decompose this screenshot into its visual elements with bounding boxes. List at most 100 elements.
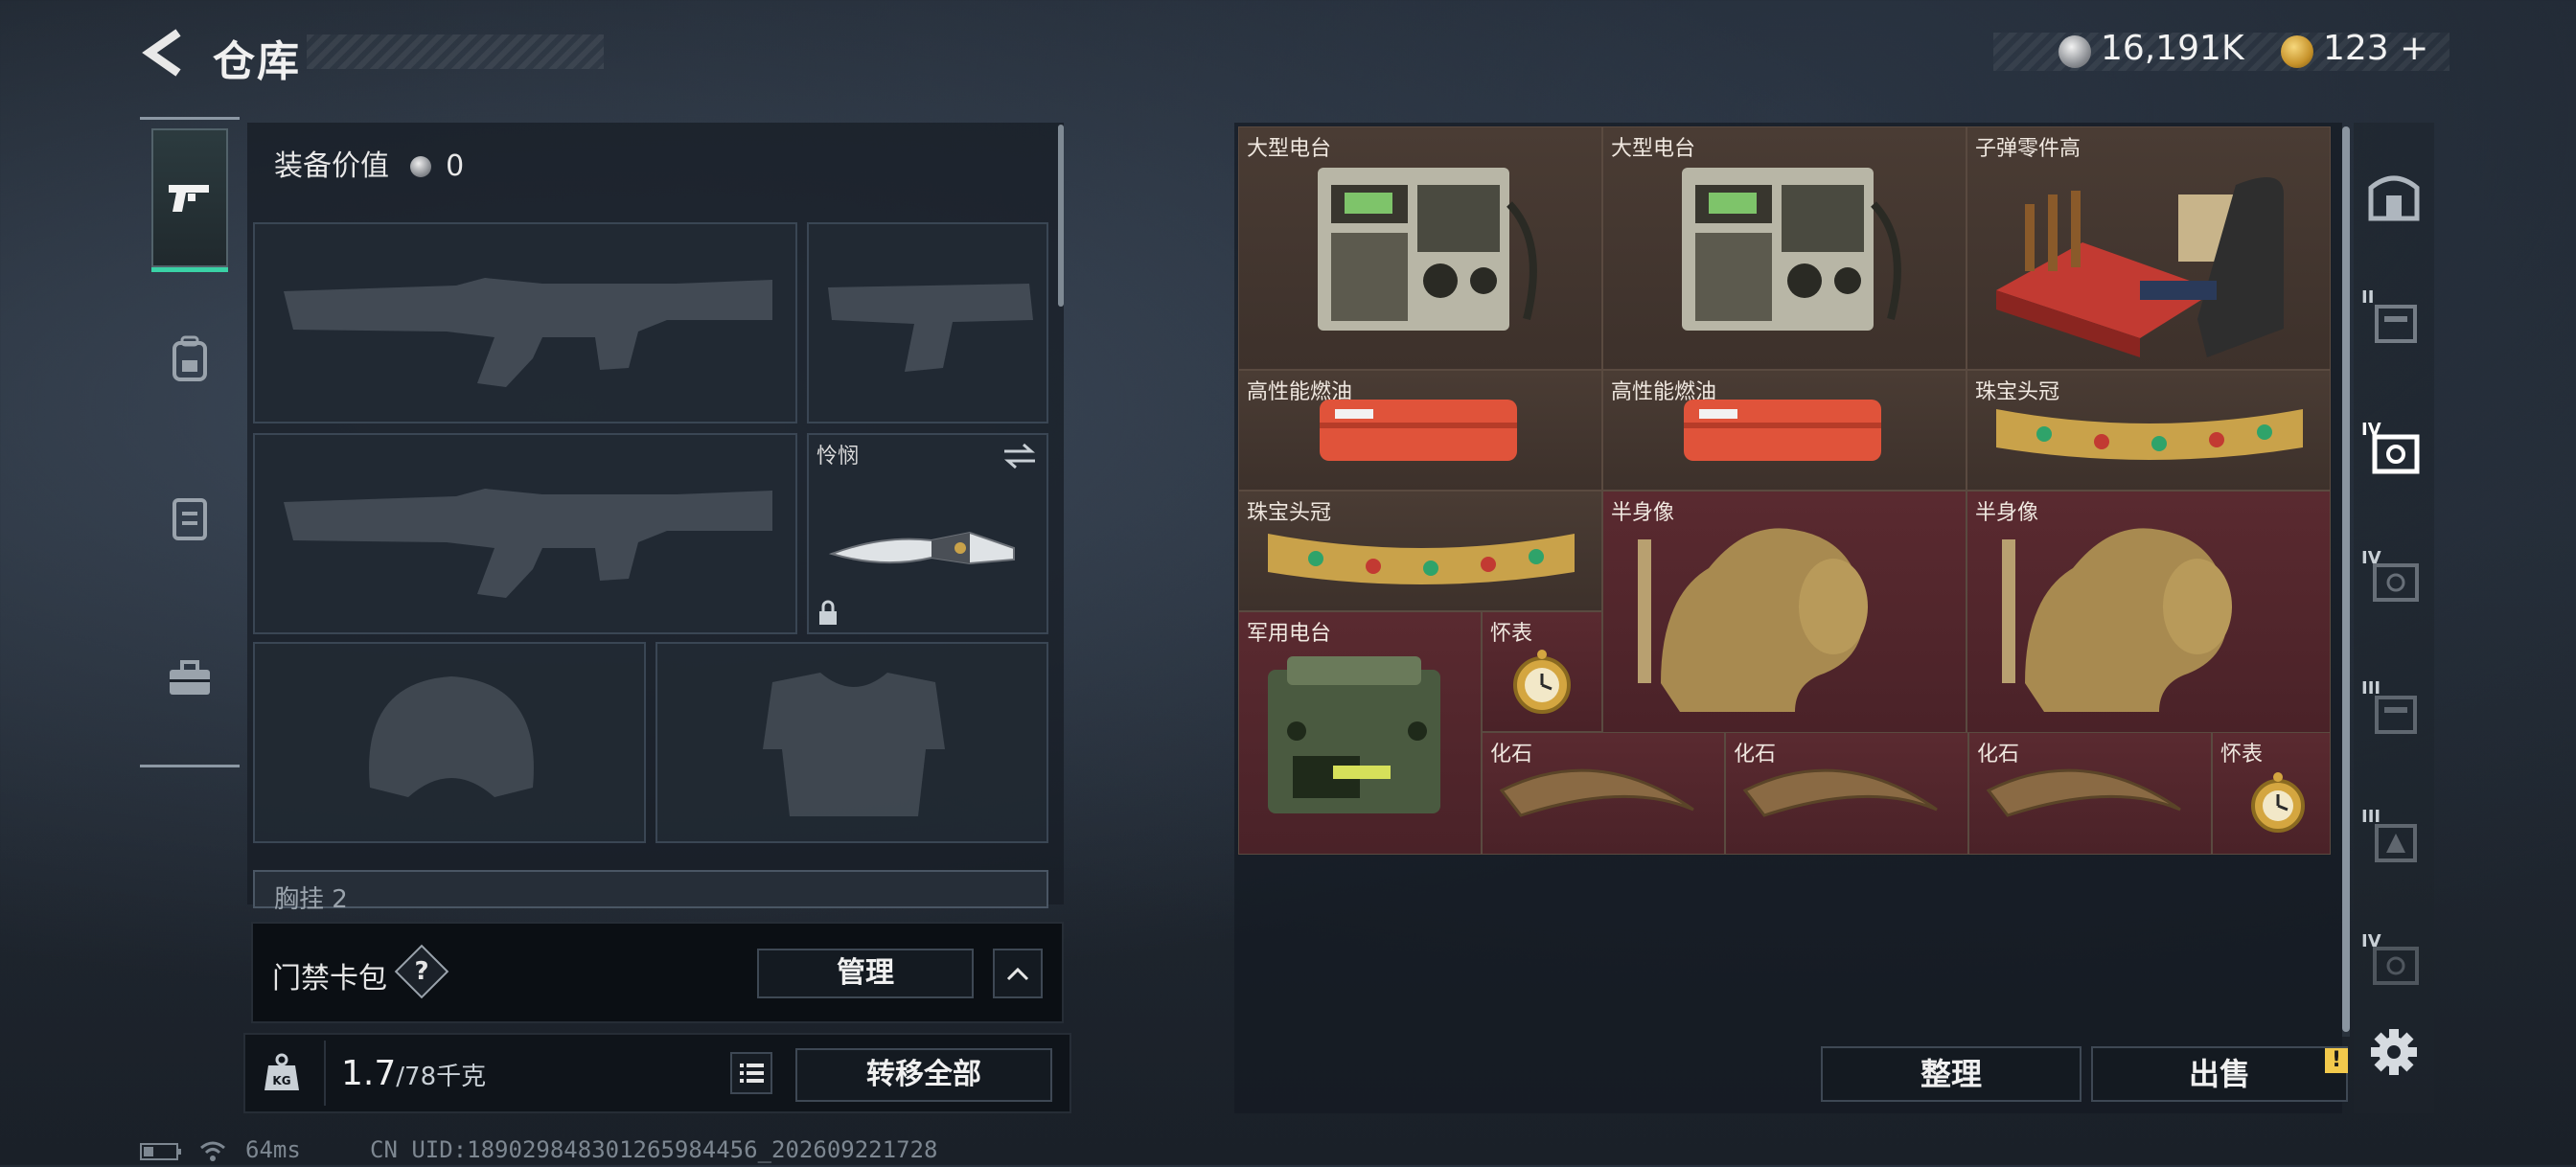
handgun-silhouette-icon [828, 284, 1033, 372]
vest-icon [172, 498, 207, 540]
pistol-icon [169, 184, 209, 212]
battery-icon [140, 1142, 182, 1161]
page-title: 仓库 [213, 37, 301, 86]
safe-box-icon [2373, 563, 2419, 602]
collapse-button[interactable] [993, 949, 1043, 998]
silver-coin-small-icon [409, 156, 431, 177]
toolbox-icon [170, 660, 210, 695]
warehouse-item[interactable]: 子弹零件高 [1966, 126, 2331, 370]
title-stripe [307, 34, 604, 69]
helmet-slot[interactable] [253, 642, 646, 843]
carry-weight-capacity: /78千克 [396, 1063, 487, 1091]
large-radio-icon [1318, 168, 1537, 331]
chest-rig-label: 胸挂 2 [274, 885, 348, 914]
swap-icon[interactable] [1002, 443, 1037, 469]
safe-box-icon [2373, 947, 2419, 985]
ammo-parts-case-icon [1996, 177, 2284, 357]
gear-icon [2371, 1029, 2417, 1075]
warning-badge: ! [2325, 1048, 2348, 1073]
warehouse-item[interactable]: 半身像 [1966, 491, 2331, 734]
organize-button[interactable]: 整理 [1821, 1046, 2082, 1102]
jeweled-crown-icon [1996, 409, 2303, 460]
rail-tier-button-active[interactable]: IV [2361, 420, 2426, 485]
warehouse-item[interactable]: 半身像 [1602, 491, 1966, 734]
fuel-case-icon [1684, 400, 1881, 461]
storage-box-icon [2375, 824, 2417, 862]
safehouse-icon [2368, 175, 2420, 221]
warehouse-item[interactable]: 大型电台 [1238, 126, 1602, 370]
fossil-claw-icon [1499, 768, 1694, 817]
backpack-icon [172, 335, 207, 381]
rail-safehouse-button[interactable] [2361, 163, 2426, 228]
warehouse-item[interactable]: 大型电台 [1602, 126, 1966, 370]
pocket-watch-icon [2251, 772, 2305, 833]
melee-item-label: 怜悯 [816, 445, 860, 469]
fuel-case-icon [1320, 400, 1517, 461]
keycard-bag-label: 门禁卡包 [272, 962, 387, 995]
chest-rig-slot[interactable]: 胸挂 2 [253, 870, 1048, 914]
bust-statue-icon [1638, 528, 1868, 712]
silver-coin-icon [2058, 35, 2091, 68]
warehouse-item[interactable]: 怀表 [1482, 611, 1602, 732]
sell-button[interactable]: 出售 [2091, 1046, 2348, 1102]
tab-backpack[interactable] [151, 287, 228, 431]
list-icon [740, 1064, 764, 1083]
carry-weight-current: 1.7 [341, 1054, 397, 1093]
primary-weapon-slot-1[interactable] [253, 222, 797, 423]
equipment-value-number: 0 [446, 149, 465, 183]
kg-weight-icon: KG [261, 1052, 303, 1094]
ping-text: 64ms [245, 1136, 301, 1163]
tab-vest[interactable] [151, 446, 228, 590]
lock-icon [819, 600, 837, 625]
pistol-slot[interactable] [807, 222, 1048, 423]
rifle-silhouette-icon [284, 278, 772, 387]
fossil-claw-icon [1742, 768, 1938, 817]
rifle-silhouette-icon [284, 489, 772, 598]
warehouse-item[interactable]: 化石 [1482, 732, 1725, 855]
uid-text: CN UID:18902984830126598445​6_2026092217… [370, 1136, 938, 1163]
warehouse-item[interactable]: 珠宝头冠 [1966, 370, 2331, 491]
warehouse-scrollbar[interactable] [2342, 126, 2350, 1032]
list-view-button[interactable] [730, 1052, 772, 1094]
silver-currency-value: 16,191K [2101, 29, 2244, 68]
warehouse-item[interactable]: 化石 [1968, 732, 2212, 855]
storage-box-icon [2375, 696, 2417, 734]
tab-rail-bottom-divider [140, 765, 240, 767]
rail-tier-button[interactable]: III [2361, 678, 2426, 744]
settings-button[interactable] [2361, 1019, 2426, 1085]
armor-slot[interactable] [656, 642, 1048, 843]
tab-rail-top-divider [140, 117, 240, 120]
knife-icon [828, 531, 1015, 565]
transfer-all-button[interactable]: 转移全部 [795, 1048, 1052, 1102]
pocket-watch-icon [1513, 650, 1571, 714]
warehouse-item[interactable]: 化石 [1725, 732, 1968, 855]
melee-slot[interactable]: 怜悯 [807, 433, 1048, 634]
rail-tier-button[interactable]: IV [2361, 548, 2426, 613]
warehouse-item[interactable]: 军用电台 [1238, 611, 1482, 855]
large-radio-icon [1682, 168, 1901, 331]
svg-text:KG: KG [272, 1074, 290, 1087]
rail-tier-button[interactable]: II [2361, 287, 2426, 353]
equipment-value: 装备价值 0 [274, 142, 464, 184]
warehouse-item[interactable]: 高性能燃油 [1602, 370, 1966, 491]
gold-coin-icon [2281, 35, 2313, 68]
help-icon-glyph: ? [414, 957, 429, 986]
manage-button[interactable]: 管理 [757, 949, 974, 998]
rail-tier-button[interactable]: III [2361, 807, 2426, 872]
gold-currency-value[interactable]: 123 + [2323, 29, 2428, 68]
rail-tier-button[interactable]: IV [2361, 931, 2426, 996]
wifi-icon [199, 1140, 226, 1163]
armor-silhouette-icon [763, 673, 945, 816]
warehouse-item[interactable]: 怀表 [2212, 732, 2331, 855]
equipment-scrollbar[interactable] [1058, 125, 1064, 307]
tab-weapons[interactable] [151, 128, 228, 272]
storage-box-icon [2375, 305, 2417, 343]
tab-toolbox[interactable] [151, 606, 228, 749]
fossil-claw-icon [1986, 768, 2181, 817]
jeweled-crown-icon [1268, 534, 1575, 584]
tier-label: IV [2361, 420, 2381, 440]
warehouse-item[interactable]: 高性能燃油 [1238, 370, 1602, 491]
warehouse-item[interactable]: 珠宝头冠 [1238, 491, 1602, 611]
primary-weapon-slot-2[interactable] [253, 433, 797, 634]
back-arrow-icon[interactable] [140, 27, 188, 79]
